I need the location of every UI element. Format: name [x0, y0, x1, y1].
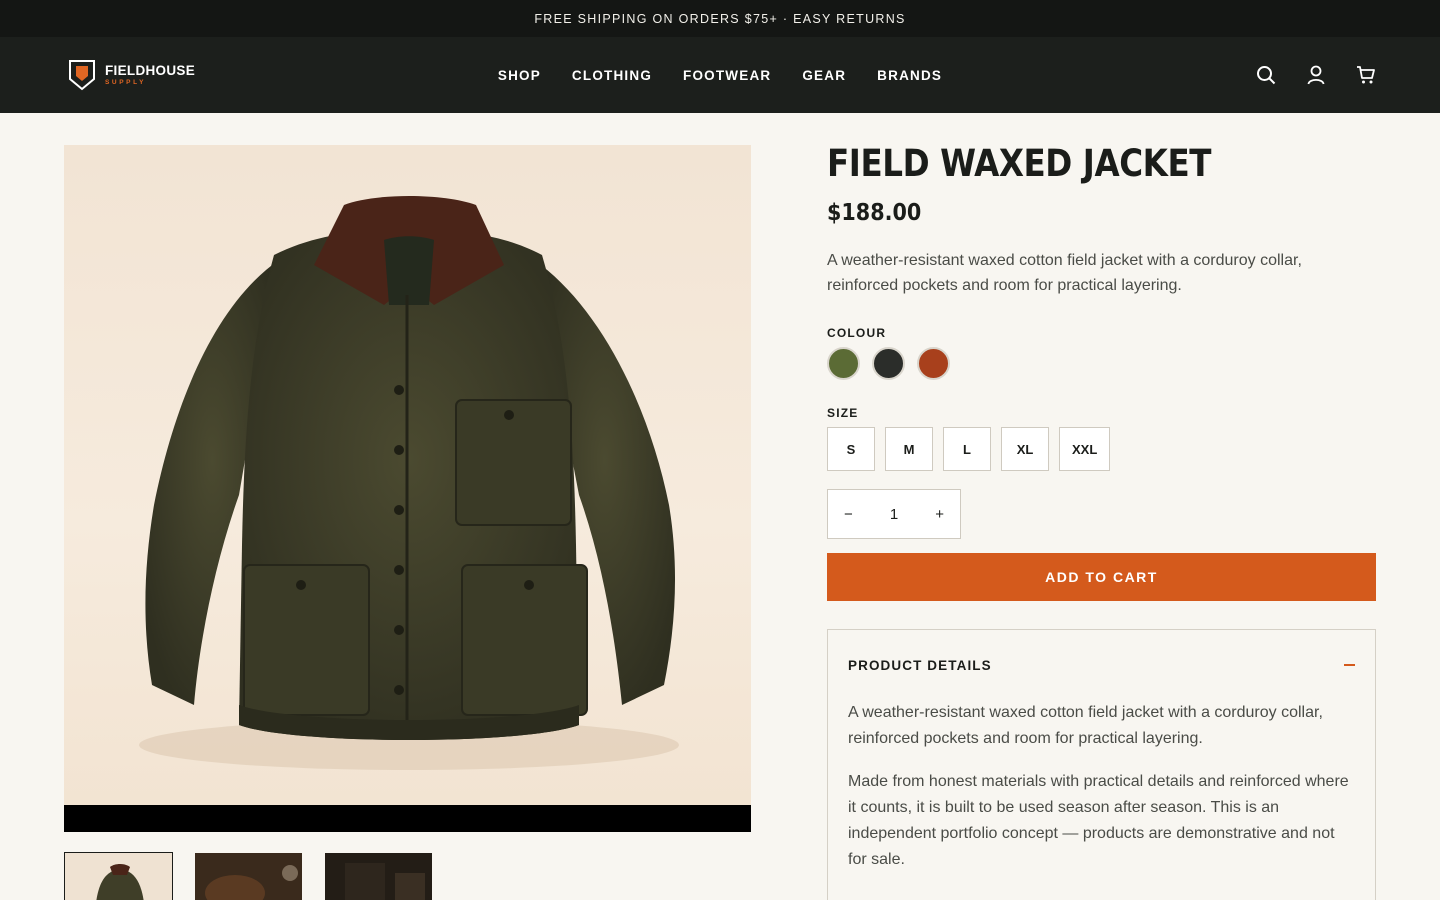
product-details-accordion: PRODUCT DETAILS A weather-resistant waxe…	[827, 629, 1376, 900]
product-description: A weather-resistant waxed cotton field j…	[827, 252, 1302, 294]
size-options: S M L XL XXL	[827, 427, 1376, 471]
size-l-button[interactable]: L	[943, 427, 991, 471]
thumbnail-strip	[64, 852, 751, 900]
quantity-stepper: − 1 +	[827, 489, 961, 539]
swatch-rust[interactable]	[917, 347, 950, 380]
image-bottom-bar	[64, 805, 751, 832]
header-actions	[1256, 65, 1376, 85]
swatch-charcoal[interactable]	[872, 347, 905, 380]
product-price: $188.00	[827, 200, 922, 226]
colour-label: COLOUR	[827, 326, 887, 340]
qty-value[interactable]: 1	[890, 506, 898, 523]
collapse-icon[interactable]	[1344, 664, 1355, 666]
brand-name: FIELDHOUSE	[105, 62, 196, 78]
qty-decrease-button[interactable]: −	[844, 506, 853, 523]
main-nav: SHOP CLOTHING FOOTWEAR GEAR BRANDS	[0, 37, 1440, 113]
size-xxl-button[interactable]: XXL	[1059, 427, 1111, 471]
thumbnail-2[interactable]	[194, 852, 303, 900]
add-to-cart-button[interactable]: ADD TO CART	[827, 553, 1376, 601]
details-paragraph-2: Made from honest materials with practica…	[848, 773, 1349, 868]
brand-sub: SUPPLY	[105, 79, 147, 86]
shield-logo-icon	[69, 60, 95, 91]
details-header[interactable]: PRODUCT DETAILS	[848, 630, 1355, 700]
product-title: FIELD WAXED JACKET	[827, 142, 1212, 185]
cart-icon[interactable]	[1356, 65, 1376, 85]
logo[interactable]: FIELDHOUSE SUPPLY	[68, 59, 195, 91]
size-label: SIZE	[827, 406, 859, 420]
details-paragraph-1: A weather-resistant waxed cotton field j…	[848, 704, 1323, 747]
account-icon[interactable]	[1306, 65, 1326, 85]
size-xl-button[interactable]: XL	[1001, 427, 1049, 471]
product-info: FIELD WAXED JACKET $188.00 A weather-res…	[827, 140, 1376, 900]
jacket-image	[139, 196, 679, 770]
details-title: PRODUCT DETAILS	[848, 657, 992, 673]
thumbnail-3[interactable]	[324, 852, 433, 900]
main-product-image[interactable]	[64, 145, 751, 832]
search-icon[interactable]	[1256, 65, 1276, 85]
swatch-olive[interactable]	[827, 347, 860, 380]
nav-shop[interactable]: SHOP	[498, 68, 541, 83]
announcement-text: FREE SHIPPING ON ORDERS $75+ · EASY RETU…	[534, 11, 906, 26]
size-m-button[interactable]: M	[885, 427, 933, 471]
nav-brands[interactable]: BRANDS	[877, 68, 942, 83]
colour-swatches	[827, 347, 1376, 380]
announcement-bar: FREE SHIPPING ON ORDERS $75+ · EASY RETU…	[0, 0, 1440, 37]
site-header: FIELDHOUSE SUPPLY SHOP CLOTHING FOOTWEAR…	[0, 37, 1440, 113]
product-gallery	[64, 145, 751, 900]
thumbnail-1[interactable]	[64, 852, 173, 900]
nav-gear[interactable]: GEAR	[802, 68, 846, 83]
nav-clothing[interactable]: CLOTHING	[572, 68, 652, 83]
size-s-button[interactable]: S	[827, 427, 875, 471]
qty-increase-button[interactable]: +	[935, 506, 944, 523]
nav-footwear[interactable]: FOOTWEAR	[683, 68, 771, 83]
